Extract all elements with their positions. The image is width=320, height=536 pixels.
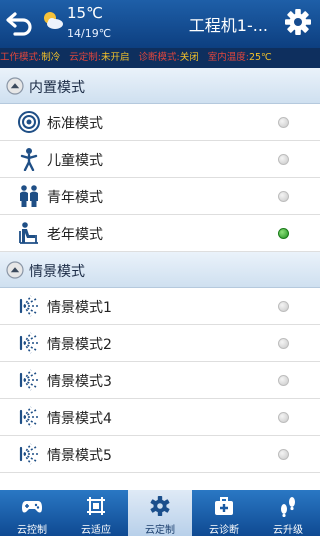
footprint-icon xyxy=(281,497,295,517)
list-item-label: 情景模式2 xyxy=(47,337,112,353)
radio-button[interactable] xyxy=(278,449,289,460)
list-item-scene-mode-1[interactable]: 情景模式1 xyxy=(0,288,320,325)
list-item-child-mode[interactable]: 儿童模式 xyxy=(0,141,320,178)
radio-button[interactable] xyxy=(278,412,289,423)
nav-label: 云升级 xyxy=(273,525,303,536)
airflow-icon xyxy=(19,369,38,391)
gamepad-icon xyxy=(22,501,42,513)
radio-button-selected[interactable] xyxy=(278,228,289,239)
indoor-temp-label: 室内温度: xyxy=(207,52,249,63)
airflow-icon xyxy=(19,406,38,428)
gear-icon xyxy=(150,496,170,516)
back-arrow-icon[interactable] xyxy=(6,9,34,37)
medkit-icon xyxy=(215,497,233,515)
nav-tab-cloud-control[interactable]: 云控制 xyxy=(0,490,64,536)
section-header-builtin[interactable]: 内置模式 xyxy=(0,68,320,104)
radio-button[interactable] xyxy=(278,375,289,386)
list-item-scene-mode-2[interactable]: 情景模式2 xyxy=(0,325,320,362)
list-item-label: 情景模式3 xyxy=(47,374,112,390)
mode-list: 内置模式 标准模式 儿童模式 青年模式 老年模式 情景模式 情景模式1 情景模式… xyxy=(0,68,320,490)
section-title: 内置模式 xyxy=(29,80,85,96)
temperature-range: 14/19℃ xyxy=(67,27,112,40)
section-header-scene[interactable]: 情景模式 xyxy=(0,252,320,288)
radio-button[interactable] xyxy=(278,338,289,349)
cloud-custom-value: 未开启 xyxy=(100,52,130,63)
nav-label: 云适应 xyxy=(81,525,111,536)
cloud-custom-label: 云定制: xyxy=(69,52,101,63)
target-icon xyxy=(18,111,40,133)
bottom-nav-bar: 云控制 云适应 云定制 云诊断 云升级 xyxy=(0,490,320,536)
nav-label: 云定制 xyxy=(145,525,175,536)
elder-icon xyxy=(19,222,38,244)
diagnosis-mode-value: 关闭 xyxy=(179,52,199,63)
nav-tab-cloud-diagnose[interactable]: 云诊断 xyxy=(192,490,256,536)
child-icon xyxy=(20,148,38,171)
diagnosis-mode-label: 诊断模式: xyxy=(138,52,180,63)
section-title: 情景模式 xyxy=(29,264,85,280)
nav-tab-cloud-custom[interactable]: 云定制 xyxy=(128,490,192,536)
indoor-temp-value: 25℃ xyxy=(248,52,272,63)
list-item-label: 情景模式1 xyxy=(47,300,112,316)
collapse-up-icon[interactable] xyxy=(6,77,24,95)
list-item-label: 情景模式4 xyxy=(47,411,112,427)
status-bar: 工作模式:制冷 云定制:未开启 诊断模式:关闭 室内温度:25℃ xyxy=(0,48,320,68)
work-mode-label: 工作模式: xyxy=(0,52,42,63)
frame-icon xyxy=(87,497,105,515)
page-title[interactable]: 工程机1-... xyxy=(189,12,268,36)
nav-label: 云诊断 xyxy=(209,525,239,536)
list-item-label: 青年模式 xyxy=(47,190,103,206)
partly-cloudy-icon xyxy=(44,12,63,29)
radio-button[interactable] xyxy=(278,154,289,165)
list-item-scene-mode-3[interactable]: 情景模式3 xyxy=(0,362,320,399)
radio-button[interactable] xyxy=(278,117,289,128)
list-item-elder-mode[interactable]: 老年模式 xyxy=(0,215,320,252)
nav-label: 云控制 xyxy=(17,525,47,536)
list-item-standard-mode[interactable]: 标准模式 xyxy=(0,104,320,141)
radio-button[interactable] xyxy=(278,301,289,312)
app-header: 15℃ 14/19℃ 工程机1-... xyxy=(0,0,320,48)
list-item-youth-mode[interactable]: 青年模式 xyxy=(0,178,320,215)
couple-icon xyxy=(20,185,38,207)
radio-button[interactable] xyxy=(278,191,289,202)
collapse-up-icon[interactable] xyxy=(6,261,24,279)
list-item-scene-mode-4[interactable]: 情景模式4 xyxy=(0,399,320,436)
nav-tab-cloud-upgrade[interactable]: 云升级 xyxy=(256,490,320,536)
settings-gear-icon[interactable] xyxy=(284,8,312,36)
airflow-icon xyxy=(19,443,38,465)
list-item-label: 情景模式5 xyxy=(47,448,112,464)
nav-tab-cloud-adapt[interactable]: 云适应 xyxy=(64,490,128,536)
list-item-label: 老年模式 xyxy=(47,227,103,243)
list-item-label: 儿童模式 xyxy=(47,153,103,169)
work-mode-value: 制冷 xyxy=(41,52,61,63)
airflow-icon xyxy=(19,295,38,317)
list-item-label: 标准模式 xyxy=(47,116,103,132)
airflow-icon xyxy=(19,332,38,354)
current-temperature: 15℃ xyxy=(67,4,103,22)
list-item-scene-mode-5[interactable]: 情景模式5 xyxy=(0,436,320,473)
